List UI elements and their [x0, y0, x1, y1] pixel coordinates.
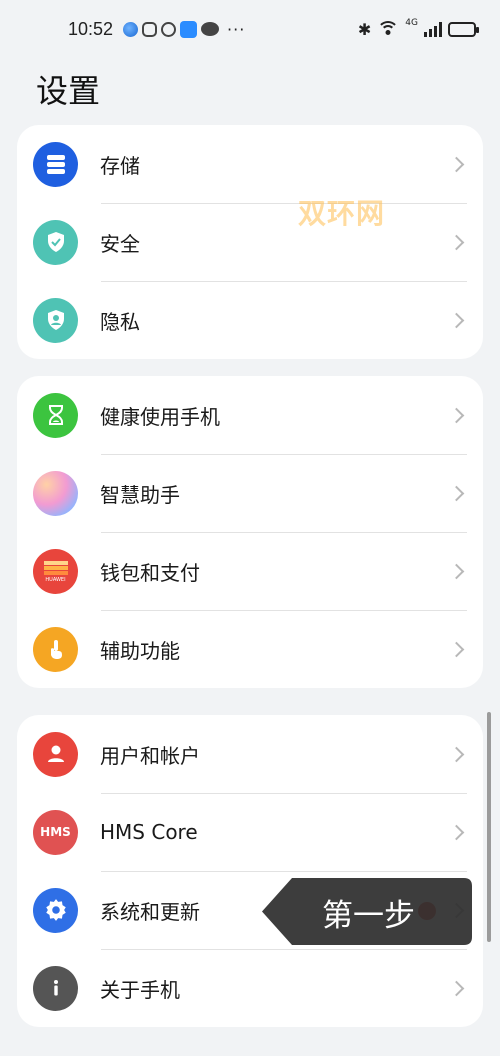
chevron-right-icon	[451, 409, 463, 421]
hourglass-icon	[33, 392, 78, 438]
settings-item-storage[interactable]: 存储	[17, 125, 483, 203]
settings-item-label: 智慧助手	[100, 482, 180, 507]
settings-item-label: 存储	[100, 153, 140, 178]
settings-group-2: 健康使用手机 智慧助手 HUAWEI 钱包和支付 辅助功能	[17, 376, 483, 688]
app-store-icon	[180, 20, 198, 38]
hand-tap-icon	[33, 626, 78, 672]
chevron-right-icon	[451, 236, 463, 248]
wechat-icon	[201, 22, 220, 36]
settings-item-label: 系统和更新	[100, 899, 200, 924]
chevron-right-icon	[451, 158, 463, 170]
settings-group-1: 存储 安全 隐私	[17, 125, 483, 359]
user-icon	[33, 731, 78, 777]
settings-item-label: HMS Core	[100, 820, 198, 844]
scrollbar[interactable]	[487, 712, 491, 942]
hms-core-icon: HMS	[33, 809, 78, 855]
network-type: 4G	[405, 18, 418, 28]
status-bar: 10:52 ··· ✱ 4G	[0, 0, 500, 58]
chevron-right-icon	[451, 643, 463, 655]
settings-item-hms-core[interactable]: HMS HMS Core	[17, 793, 483, 871]
settings-item-privacy[interactable]: 隐私	[17, 281, 483, 359]
message-icon	[161, 21, 177, 37]
battery-icon	[448, 21, 479, 37]
settings-item-label: 关于手机	[100, 977, 180, 1002]
settings-item-label: 健康使用手机	[100, 404, 220, 429]
settings-item-label: 隐私	[100, 309, 140, 334]
settings-item-label: 钱包和支付	[100, 560, 200, 585]
settings-item-label: 安全	[100, 231, 140, 256]
settings-item-label: 辅助功能	[100, 638, 180, 663]
wallet-icon: HUAWEI	[33, 548, 78, 594]
chevron-right-icon	[451, 314, 463, 326]
hms-icon-text: HMS	[40, 825, 71, 839]
settings-item-accessibility[interactable]: 辅助功能	[17, 610, 483, 688]
chevron-right-icon	[451, 748, 463, 760]
system-status: ✱ 4G	[357, 18, 479, 39]
settings-item-digital-balance[interactable]: 健康使用手机	[17, 376, 483, 454]
gear-icon	[33, 887, 78, 933]
settings-item-smart-assistant[interactable]: 智慧助手	[17, 454, 483, 532]
notification-icons: ···	[123, 20, 245, 39]
storage-icon	[33, 141, 78, 187]
browser-icon	[123, 21, 139, 37]
settings-item-about-phone[interactable]: 关于手机	[17, 949, 483, 1027]
page-title: 设置	[36, 72, 101, 110]
chevron-right-icon	[451, 982, 463, 994]
chevron-right-icon	[451, 826, 463, 838]
smart-assistant-icon	[33, 470, 78, 516]
step-tooltip: 第一步	[262, 878, 472, 945]
chevron-right-icon	[451, 487, 463, 499]
status-time: 10:52	[68, 18, 114, 39]
shield-check-icon	[33, 219, 78, 265]
settings-item-users-accounts[interactable]: 用户和帐户	[17, 715, 483, 793]
chevron-right-icon	[451, 565, 463, 577]
settings-item-security[interactable]: 安全	[17, 203, 483, 281]
privacy-shield-icon	[33, 297, 78, 343]
app-notification-icon	[142, 21, 158, 37]
info-icon	[33, 965, 78, 1011]
settings-item-wallet[interactable]: HUAWEI 钱包和支付	[17, 532, 483, 610]
watermark: 双环网	[298, 197, 386, 230]
tooltip-text: 第一步	[322, 898, 415, 934]
bluetooth-icon: ✱	[357, 19, 372, 39]
settings-item-label: 用户和帐户	[100, 743, 200, 768]
settings-group-3: 用户和帐户 HMS HMS Core 系统和更新 关于手机	[17, 715, 483, 1027]
signal-icon	[424, 21, 442, 37]
wifi-icon	[377, 21, 400, 37]
more-notifications-icon: ···	[227, 19, 246, 39]
wallet-icon-text: HUAWEI	[45, 576, 66, 583]
